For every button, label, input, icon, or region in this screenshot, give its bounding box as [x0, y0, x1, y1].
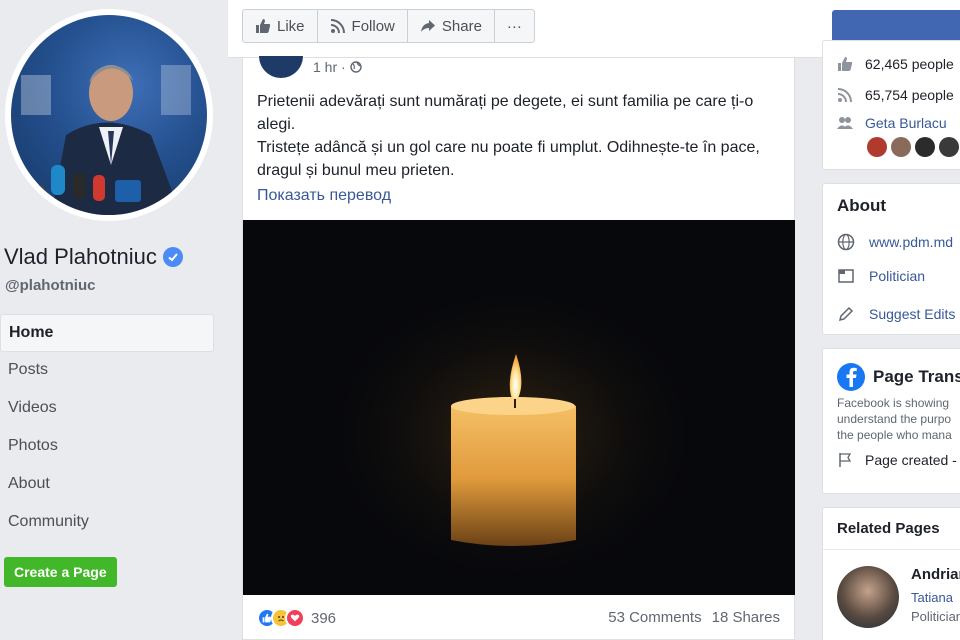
related-pages-title: Related Pages — [823, 508, 960, 550]
action-button-group: Like Follow Share ··· — [242, 9, 535, 43]
category-icon — [838, 269, 854, 283]
nav-item-about[interactable]: About — [0, 466, 214, 504]
more-options-button[interactable]: ··· — [495, 10, 534, 42]
nav-item-videos[interactable]: Videos — [0, 390, 214, 428]
related-pages-card: Related Pages Andrian Tatiana Politician — [822, 507, 960, 640]
engagement-counts: 53 Comments 18 Shares — [608, 609, 780, 626]
follows-count: 65,754 people — [865, 87, 954, 103]
suggest-edits-link[interactable]: Suggest Edits — [869, 306, 955, 322]
post-timestamp[interactable]: 1 hr · — [313, 59, 362, 75]
page-nav: Home Posts Videos Photos About Community — [0, 314, 214, 542]
pencil-icon — [838, 306, 854, 322]
post-photo-candle[interactable] — [243, 220, 795, 595]
friends-icon — [837, 117, 853, 129]
like-label: Like — [277, 17, 305, 35]
thumbs-up-icon — [838, 57, 853, 71]
friend-avatar[interactable] — [891, 137, 911, 157]
comments-count-link[interactable]: 53 Comments — [608, 609, 701, 626]
transparency-text-1: Facebook is showing — [837, 396, 950, 410]
shares-count-link[interactable]: 18 Shares — [712, 609, 780, 626]
related-page-name[interactable]: Andrian — [911, 566, 960, 583]
follow-button[interactable]: Follow — [318, 10, 408, 42]
follows-row: 65,754 people — [823, 79, 960, 111]
rss-icon — [330, 19, 345, 34]
more-options-icon: ··· — [506, 17, 522, 35]
about-card: About www.pdm.md Politician Suggest Edit… — [822, 183, 960, 335]
candle-image — [243, 220, 795, 595]
rss-icon — [837, 88, 852, 103]
likes-row: 62,465 people — [823, 41, 960, 79]
website-link[interactable]: www.pdm.md — [869, 234, 953, 250]
category-link[interactable]: Politician — [869, 268, 925, 284]
profile-photo-illustration — [21, 65, 191, 215]
post-text-paragraph-2: Tristețe adâncă și un gol care nu poate … — [257, 139, 760, 179]
nav-item-photos[interactable]: Photos — [0, 428, 214, 466]
facebook-logo-icon — [837, 363, 865, 391]
reactions-summary[interactable]: 396 — [257, 608, 336, 628]
nav-item-posts[interactable]: Posts — [0, 352, 214, 390]
related-page-category: Politician — [911, 609, 960, 624]
like-button[interactable]: Like — [243, 10, 318, 42]
related-page-avatar[interactable] — [837, 566, 899, 628]
post-author-avatar[interactable] — [259, 56, 303, 78]
transparency-title: Page Trans — [873, 367, 960, 386]
profile-picture[interactable] — [5, 9, 213, 221]
create-page-button[interactable]: Create a Page — [4, 557, 117, 587]
share-arrow-icon — [420, 20, 435, 32]
post-card: 1 hr · Prietenii adevărați sunt numărați… — [242, 56, 795, 640]
friend-avatars — [823, 135, 960, 159]
category-row[interactable]: Politician — [823, 258, 960, 294]
page-name[interactable]: Vlad Plahotniuc — [4, 244, 183, 270]
left-column: Vlad Plahotniuc @plahotniuc Home Posts V… — [0, 0, 228, 640]
share-label: Share — [441, 17, 482, 35]
transparency-header: Page Trans — [823, 349, 960, 395]
suggest-edits-row[interactable]: Suggest Edits — [823, 294, 960, 334]
transparency-text-2: understand the purpo — [837, 412, 952, 426]
likes-count: 62,465 people — [865, 56, 954, 72]
post-time-text[interactable]: 1 hr · — [313, 59, 346, 75]
friend-avatar[interactable] — [915, 137, 935, 157]
globe-icon — [349, 61, 362, 73]
profile-photo — [11, 15, 207, 215]
friend-avatar[interactable] — [867, 137, 887, 157]
about-title: About — [837, 196, 887, 215]
transparency-text-3: the people who mana — [837, 428, 952, 442]
website-row[interactable]: www.pdm.md — [823, 226, 960, 258]
related-page-subtitle[interactable]: Tatiana — [911, 590, 953, 605]
reaction-count: 396 — [311, 609, 337, 627]
nav-item-community[interactable]: Community — [0, 504, 214, 542]
page-created-text: Page created - — [865, 452, 957, 468]
share-button[interactable]: Share — [408, 10, 495, 42]
page-handle[interactable]: @plahotniuc — [5, 277, 95, 294]
verified-badge-icon — [162, 247, 183, 267]
page-created-row: Page created - — [823, 443, 960, 477]
primary-action-button[interactable] — [832, 10, 960, 44]
friend-row: Geta Burlacu — [823, 111, 960, 135]
flag-icon — [839, 453, 852, 467]
page-transparency-card: Page Trans Facebook is showing understan… — [822, 348, 960, 494]
globe-icon — [837, 233, 855, 251]
see-translation-link[interactable]: Показать перевод — [257, 187, 391, 205]
friend-avatar[interactable] — [939, 137, 959, 157]
post-text-paragraph-1: Prietenii adevărați sunt numărați pe deg… — [257, 93, 754, 133]
follow-label: Follow — [351, 17, 395, 35]
friend-name-link[interactable]: Geta Burlacu — [865, 115, 947, 131]
thumbs-up-icon — [256, 19, 271, 33]
post-text: Prietenii adevărați sunt numărați pe deg… — [257, 90, 777, 182]
nav-item-home[interactable]: Home — [0, 314, 214, 352]
community-card: 62,465 people 65,754 people Geta Burlacu — [822, 40, 960, 170]
love-reaction-icon — [285, 608, 305, 628]
page-name-text[interactable]: Vlad Plahotniuc — [4, 244, 157, 270]
